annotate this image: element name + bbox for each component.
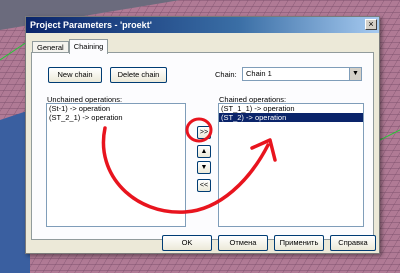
chain-select-value: Chain 1: [246, 69, 272, 78]
new-chain-button[interactable]: New chain: [48, 67, 102, 83]
move-up-button[interactable]: ▲: [197, 145, 211, 158]
ok-button[interactable]: OK: [162, 235, 212, 251]
cancel-button[interactable]: Отмена: [218, 235, 268, 251]
chaining-panel: New chain Delete chain Chain: Chain 1 ▼ …: [31, 52, 374, 240]
project-parameters-dialog: Project Parameters - 'proekt' × General …: [25, 16, 380, 254]
arrow-down-icon: ▼: [200, 164, 208, 171]
list-item[interactable]: (St-1) -> operation: [47, 104, 185, 113]
unchained-list[interactable]: (St-1) -> operation (ST_2_1) -> operatio…: [46, 103, 186, 227]
remove-from-chain-button[interactable]: <<: [197, 179, 211, 192]
chained-list[interactable]: (ST_1_1) -> operation (ST_2) -> operatio…: [218, 103, 364, 227]
tab-chaining[interactable]: Chaining: [68, 39, 109, 54]
move-down-button[interactable]: ▼: [197, 161, 211, 174]
chevron-down-icon[interactable]: ▼: [349, 68, 361, 80]
delete-chain-button[interactable]: Delete chain: [110, 67, 167, 83]
list-item-selected[interactable]: (ST_2) -> operation: [219, 113, 363, 122]
close-icon: ×: [368, 19, 374, 29]
list-item[interactable]: (ST_2_1) -> operation: [47, 113, 185, 122]
add-to-chain-button[interactable]: >>: [197, 126, 211, 139]
window-title[interactable]: Project Parameters - 'proekt': [26, 17, 379, 33]
chain-select[interactable]: Chain 1 ▼: [242, 67, 362, 81]
chain-label: Chain:: [215, 70, 237, 79]
apply-button[interactable]: Применить: [274, 235, 324, 251]
help-button[interactable]: Справка: [330, 235, 376, 251]
list-item[interactable]: (ST_1_1) -> operation: [219, 104, 363, 113]
arrow-up-icon: ▲: [200, 148, 208, 155]
close-button[interactable]: ×: [365, 19, 377, 30]
tab-bar: General Chaining: [32, 39, 109, 54]
